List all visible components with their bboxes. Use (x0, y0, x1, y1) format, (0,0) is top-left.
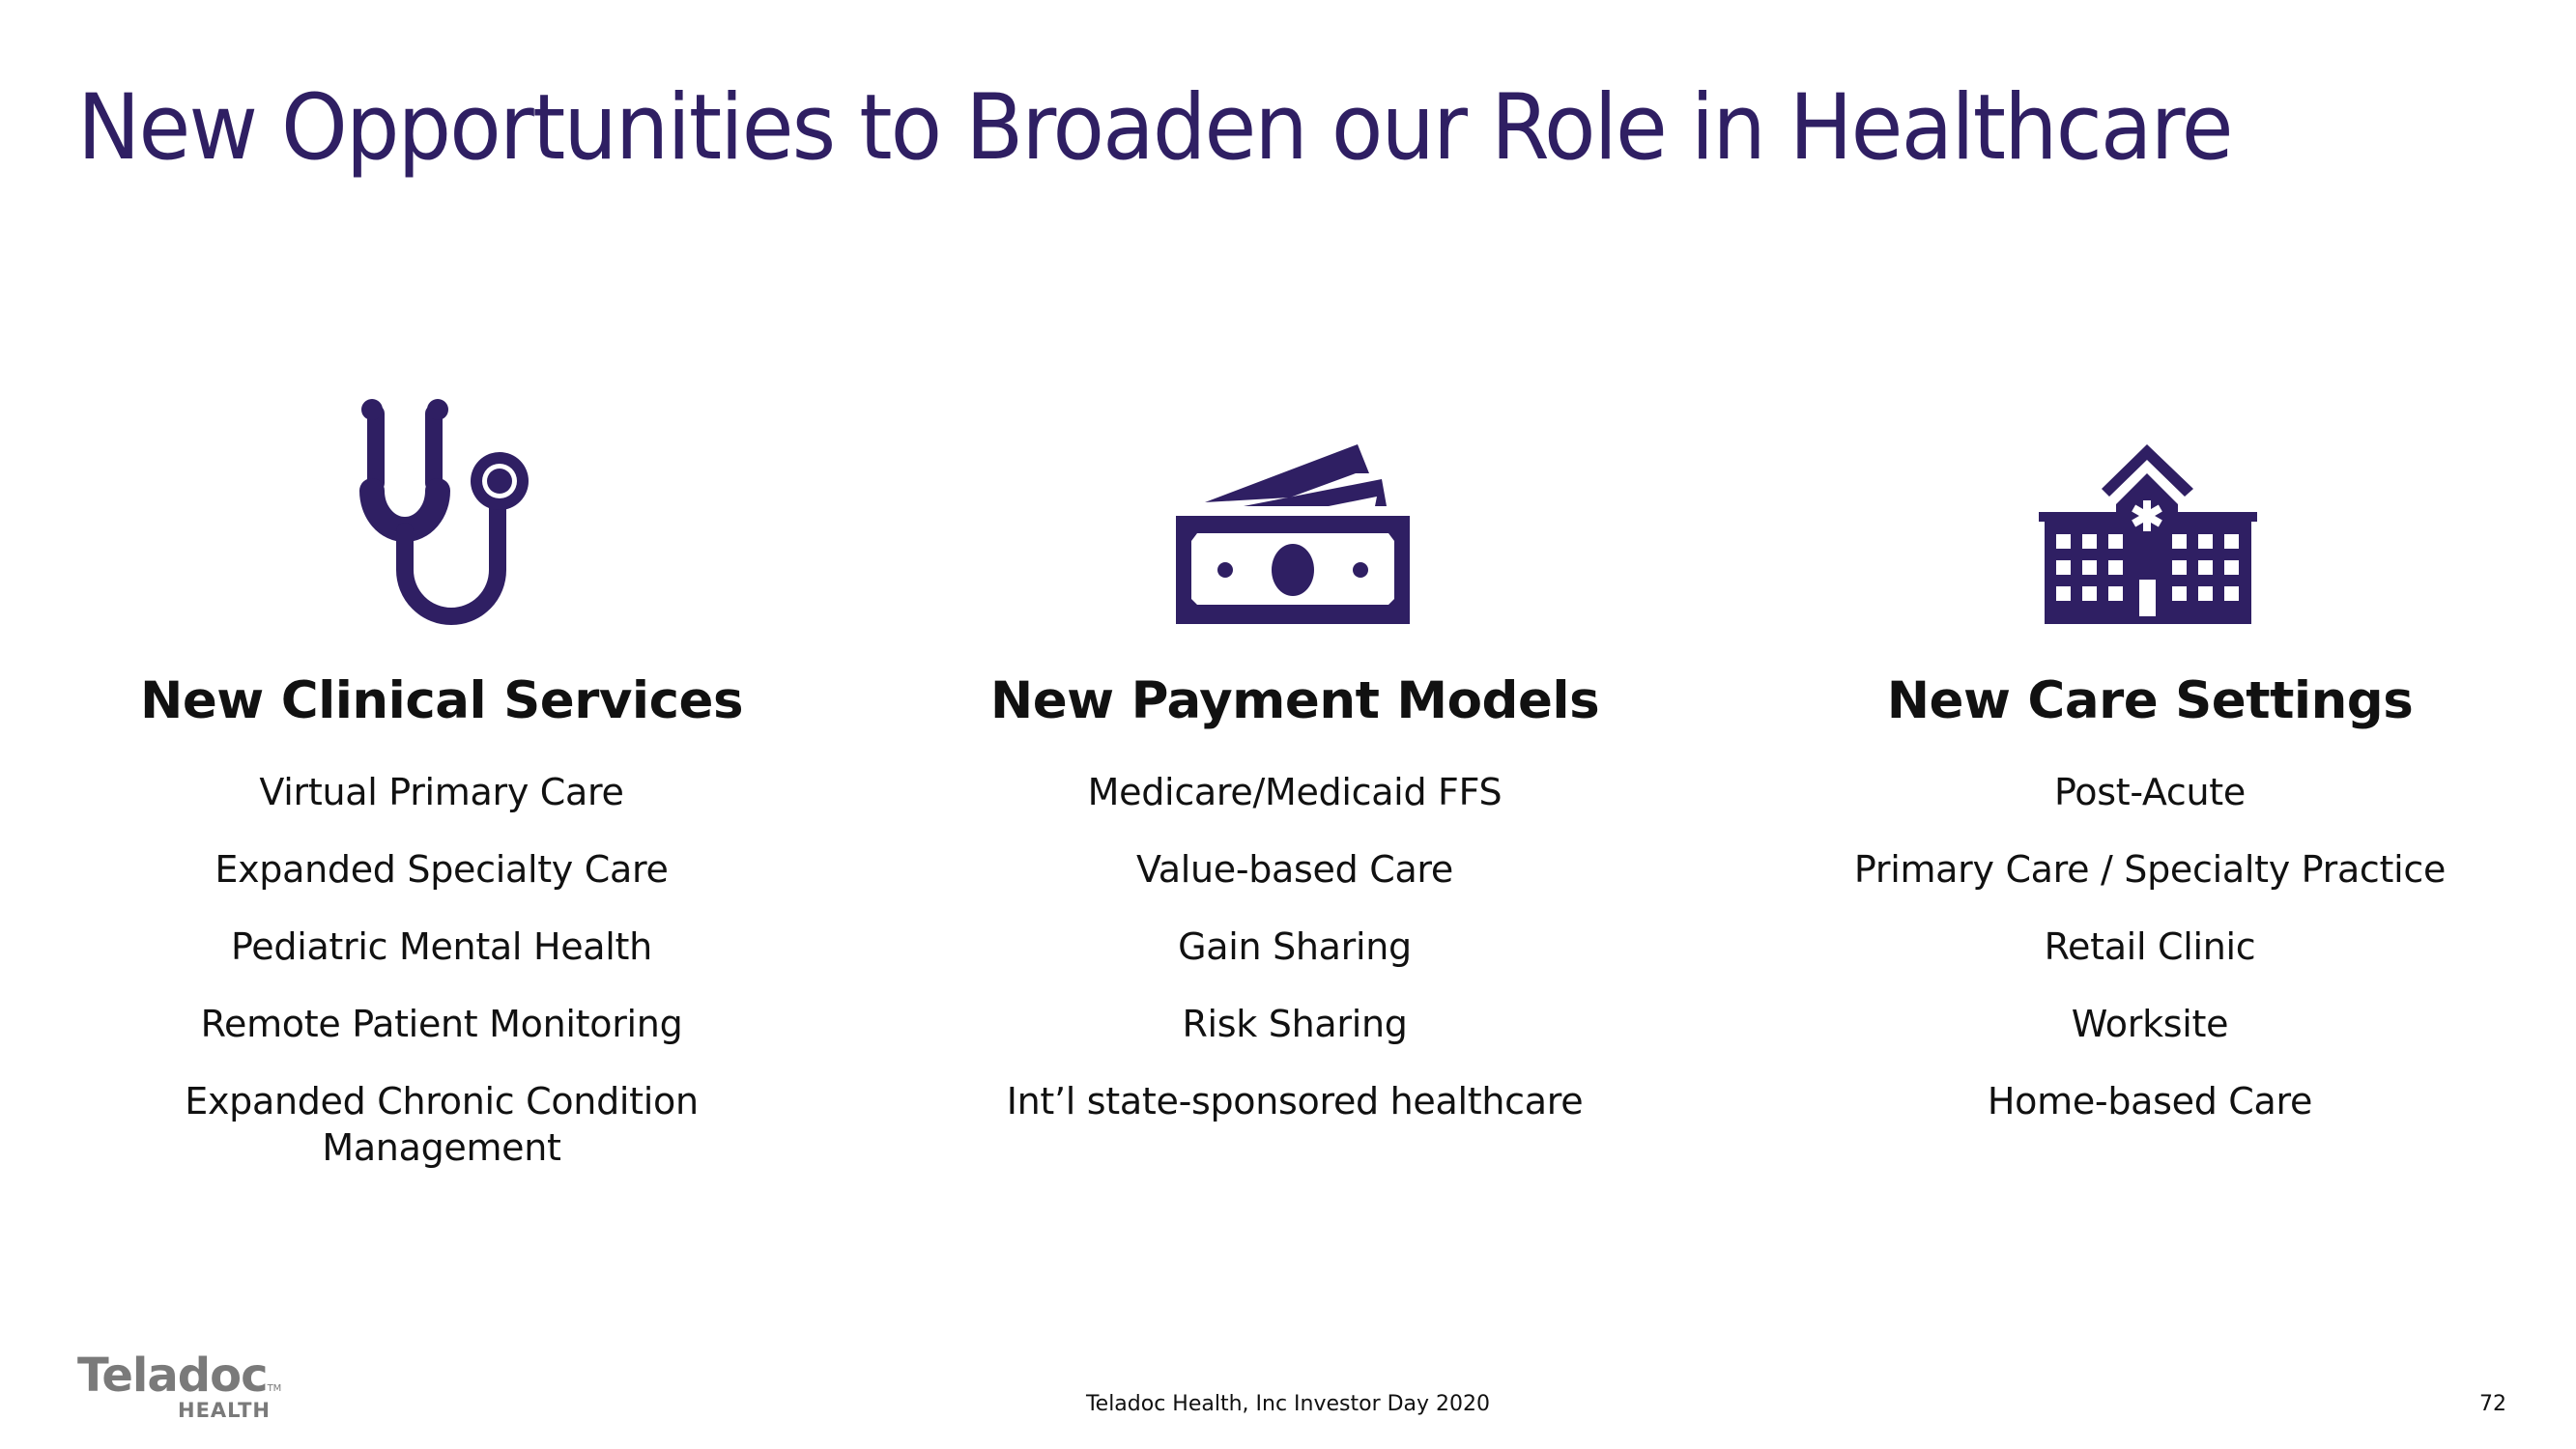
hospital-icon (1763, 386, 2536, 638)
page-number: 72 (2479, 1392, 2506, 1416)
list-item: Gain Sharing (1178, 925, 1412, 968)
list-item: Expanded Chronic Condition Management (185, 1080, 699, 1169)
column-heading: New Care Settings (1886, 671, 2414, 730)
column-clinical-services: New Clinical Services Virtual Primary Ca… (55, 386, 828, 1202)
list-item: Home-based Care (1987, 1080, 2313, 1122)
footer-text: Teladoc Health, Inc Investor Day 2020 (1085, 1392, 1491, 1416)
list-item: Value-based Care (1135, 848, 1454, 891)
list-item: Remote Patient Monitoring (200, 1003, 683, 1045)
item-list: Post-Acute Primary Care / Specialty Prac… (1763, 769, 2536, 1124)
list-item: Virtual Primary Care (259, 771, 624, 813)
list-item: Worksite (2071, 1003, 2229, 1045)
list-item: Retail Clinic (2044, 925, 2256, 968)
list-item: Primary Care / Specialty Practice (1853, 848, 2447, 891)
list-item: Expanded Specialty Care (215, 848, 669, 891)
money-bills-icon (908, 386, 1681, 638)
column-heading: New Clinical Services (139, 671, 744, 730)
column-care-settings: New Care Settings Post-Acute Primary Car… (1763, 386, 2536, 1155)
item-list: Medicare/Medicaid FFS Value-based Care G… (908, 769, 1681, 1124)
list-item: Int’l state-sponsored healthcare (1006, 1080, 1584, 1122)
column-payment-models: New Payment Models Medicare/Medicaid FFS… (908, 386, 1681, 1155)
list-item: Medicare/Medicaid FFS (1087, 771, 1503, 813)
item-list: Virtual Primary Care Expanded Specialty … (55, 769, 828, 1171)
list-item: Pediatric Mental Health (231, 925, 652, 968)
column-heading: New Payment Models (989, 671, 1600, 730)
list-item: Post-Acute (2054, 771, 2246, 813)
list-item: Risk Sharing (1182, 1003, 1408, 1045)
stethoscope-icon (55, 386, 828, 638)
slide-title: New Opportunities to Broaden our Role in… (77, 75, 2234, 181)
